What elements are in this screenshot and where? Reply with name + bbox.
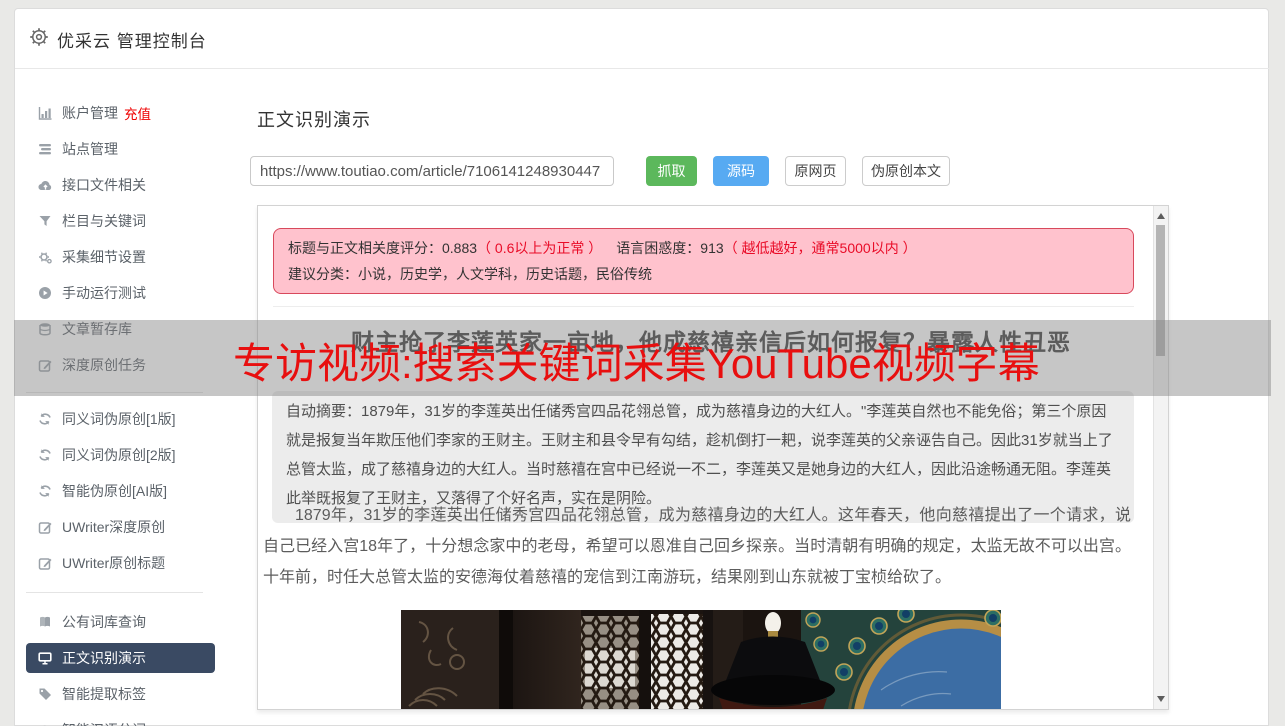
sidebar-item-label: 智能提取标签: [62, 686, 146, 702]
page-title: 正文识别演示: [257, 110, 371, 130]
relevance-score: 标题与正文相关度评分：0.883: [288, 240, 478, 256]
sidebar-item-label: 采集细节设置: [62, 249, 146, 265]
sidebar-item-label: 站点管理: [62, 141, 118, 157]
panel-scrollbar[interactable]: [1153, 206, 1168, 709]
list-icon: [38, 142, 52, 156]
refresh-icon: [38, 412, 52, 426]
overlay-marquee-text: 专访视频:搜索关键词采集YouTube视频字幕: [233, 340, 1040, 387]
article-paragraph: 1879年，31岁的李莲英出任储秀宫四品花翎总管，成为慈禧身边的大红人。这年春天…: [263, 507, 1131, 586]
sidebar-item-label: 手动运行测试: [62, 285, 146, 301]
perplexity-note: （ 越低越好，通常5000以内 ）: [723, 240, 917, 256]
sidebar-item-synonym-rewrite-1[interactable]: 同义词伪原创[1版]: [26, 401, 215, 437]
sidebar-item-uwriter-deep[interactable]: UWriter深度原创: [26, 509, 215, 545]
sidebar-item-public-lexicon[interactable]: 公有词库查询: [26, 604, 215, 640]
perplexity-score: 语言困惑度：913: [616, 240, 724, 256]
sidebar-item-synonym-rewrite-2[interactable]: 同义词伪原创[2版]: [26, 437, 215, 473]
play-circle-icon: [38, 286, 52, 300]
original-page-button[interactable]: 原网页: [785, 156, 846, 186]
monitor-icon: [38, 651, 52, 665]
recharge-badge[interactable]: 充值: [124, 103, 151, 123]
tag-icon: [38, 687, 52, 701]
fetch-button[interactable]: 抓取: [646, 156, 697, 186]
header-divider: [15, 68, 1269, 69]
sidebar-item-label: 同义词伪原创[1版]: [62, 411, 176, 427]
preview-panel: 标题与正文相关度评分：0.883（ 0.6以上为正常 ） 语言困惑度：913（ 越…: [257, 205, 1169, 710]
alert-line-1: 标题与正文相关度评分：0.883（ 0.6以上为正常 ） 语言困惑度：913（ 越…: [288, 235, 1119, 261]
sidebar-item-account[interactable]: 账户管理 充值: [26, 95, 215, 131]
cloud-upload-icon: [38, 178, 52, 192]
sidebar-item-manual-run-test[interactable]: 手动运行测试: [26, 275, 215, 311]
gear-icon: [29, 27, 49, 47]
bar-chart-icon: [38, 106, 52, 120]
sidebar-item-sites[interactable]: 站点管理: [26, 131, 215, 167]
url-input[interactable]: [250, 156, 614, 186]
edit-icon: [38, 520, 52, 534]
edit-icon: [38, 556, 52, 570]
refresh-icon: [38, 448, 52, 462]
source-code-button[interactable]: 源码: [713, 156, 769, 186]
sidebar-item-label: UWriter原创标题: [62, 555, 166, 571]
sidebar-item-label: 账户管理: [62, 105, 118, 121]
sidebar-item-label: 栏目与关键词: [62, 213, 146, 229]
article-photo: [401, 610, 1001, 709]
sidebar-item-content-recognition-demo[interactable]: 正文识别演示: [26, 643, 215, 673]
divider: [273, 306, 1134, 307]
sidebar-divider: [26, 592, 203, 593]
sidebar: 账户管理 充值 站点管理 接口文件相关 栏目与关键词 采集细节设置 手动运行测试 文章暂存库深…: [26, 95, 215, 726]
page: 优采云 管理控制台 账户管理 充值站点管理接口文件相关 栏目与关键词 采集细节设置 手动…: [0, 0, 1285, 726]
sidebar-item-smart-segmentation[interactable]: 智能汉语分词: [26, 712, 215, 726]
filter-icon: [38, 214, 52, 228]
gears-icon: [38, 250, 52, 264]
sidebar-item-columns-keywords[interactable]: 栏目与关键词: [26, 203, 215, 239]
sidebar-item-label: 接口文件相关: [62, 177, 146, 193]
app-title: 优采云 管理控制台: [57, 32, 207, 51]
sidebar-item-label: 智能汉语分词: [62, 720, 146, 726]
header: 优采云 管理控制台: [15, 8, 1270, 68]
pseudo-original-button[interactable]: 伪原创本文: [862, 156, 950, 186]
scroll-down-arrow-icon[interactable]: [1157, 696, 1165, 702]
sidebar-item-uwriter-title[interactable]: UWriter原创标题: [26, 545, 215, 581]
refresh-icon: [38, 484, 52, 498]
sidebar-item-interface-files[interactable]: 接口文件相关: [26, 167, 215, 203]
sidebar-item-smart-tags[interactable]: 智能提取标签: [26, 676, 215, 712]
book-icon: [38, 615, 52, 629]
sidebar-item-ai-rewrite[interactable]: 智能伪原创[AI版]: [26, 473, 215, 509]
sidebar-item-label: 正文识别演示: [62, 650, 146, 666]
sidebar-item-label: 同义词伪原创[2版]: [62, 447, 176, 463]
analysis-alert: 标题与正文相关度评分：0.883（ 0.6以上为正常 ） 语言困惑度：913（ 越…: [273, 228, 1134, 294]
alert-line-2: 建议分类：小说，历史学，人文学科，历史话题，民俗传统: [288, 266, 652, 282]
scroll-up-arrow-icon[interactable]: [1157, 213, 1165, 219]
overlay-band: 专访视频:搜索关键词采集YouTube视频字幕: [14, 320, 1271, 396]
sidebar-item-collect-settings[interactable]: 采集细节设置: [26, 239, 215, 275]
sidebar-item-label: 公有词库查询: [62, 614, 146, 630]
sidebar-item-label: 智能伪原创[AI版]: [62, 483, 168, 499]
sidebar-item-label: UWriter深度原创: [62, 519, 166, 535]
relevance-note: （ 0.6以上为正常 ）: [477, 240, 603, 256]
